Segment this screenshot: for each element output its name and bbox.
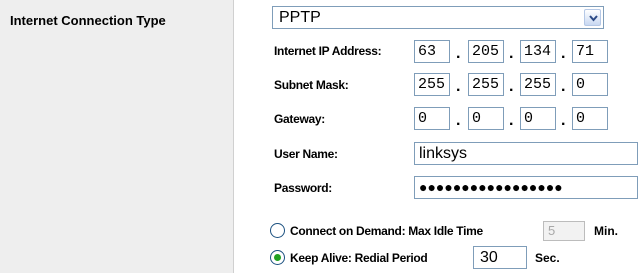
ip-separator: . (456, 45, 461, 62)
gateway-separator: . (561, 112, 566, 129)
gateway-separator: . (456, 112, 461, 129)
chevron-down-icon[interactable] (584, 9, 601, 26)
subnet-separator: . (509, 78, 514, 95)
ip-address-octet-3[interactable]: 134 (520, 40, 556, 63)
subnet-mask-octet-1[interactable]: 255 (414, 73, 450, 96)
connect-on-demand-label: Connect on Demand: Max Idle Time (290, 224, 483, 238)
password-label: Password: (274, 181, 332, 195)
left-panel: Internet Connection Type (0, 0, 234, 273)
username-label: User Name: (274, 147, 338, 161)
redial-period-unit: Sec. (535, 251, 560, 265)
radio-selected-dot (274, 254, 281, 261)
ip-separator: . (509, 45, 514, 62)
subnet-separator: . (561, 78, 566, 95)
password-input[interactable]: ●●●●●●●●●●●●●●●●● (414, 176, 638, 199)
ip-address-octet-4[interactable]: 71 (572, 40, 608, 63)
subnet-mask-label: Subnet Mask: (274, 78, 349, 92)
gateway-label: Gateway: (274, 112, 325, 126)
keep-alive-label: Keep Alive: Redial Period (290, 251, 428, 265)
ip-address-octet-2[interactable]: 205 (468, 40, 504, 63)
ip-address-octet-1[interactable]: 63 (414, 40, 450, 63)
redial-period-input[interactable]: 30 (473, 246, 527, 269)
connect-on-demand-radio[interactable] (270, 223, 285, 238)
subnet-mask-octet-2[interactable]: 255 (468, 73, 504, 96)
gateway-octet-2[interactable]: 0 (468, 107, 504, 130)
gateway-separator: . (509, 112, 514, 129)
subnet-separator: . (456, 78, 461, 95)
max-idle-time-unit: Min. (594, 224, 618, 238)
gateway-octet-3[interactable]: 0 (520, 107, 556, 130)
ip-separator: . (561, 45, 566, 62)
gateway-octet-4[interactable]: 0 (572, 107, 608, 130)
ip-address-label: Internet IP Address: (274, 44, 382, 58)
section-title: Internet Connection Type (10, 13, 166, 28)
connection-type-select[interactable]: PPTP (272, 6, 604, 29)
username-input[interactable]: linksys (414, 142, 638, 165)
max-idle-time-input[interactable]: 5 (543, 221, 585, 241)
subnet-mask-octet-4[interactable]: 0 (572, 73, 608, 96)
keep-alive-radio[interactable] (270, 250, 285, 265)
connection-type-value: PPTP (279, 9, 321, 26)
gateway-octet-1[interactable]: 0 (414, 107, 450, 130)
subnet-mask-octet-3[interactable]: 255 (520, 73, 556, 96)
